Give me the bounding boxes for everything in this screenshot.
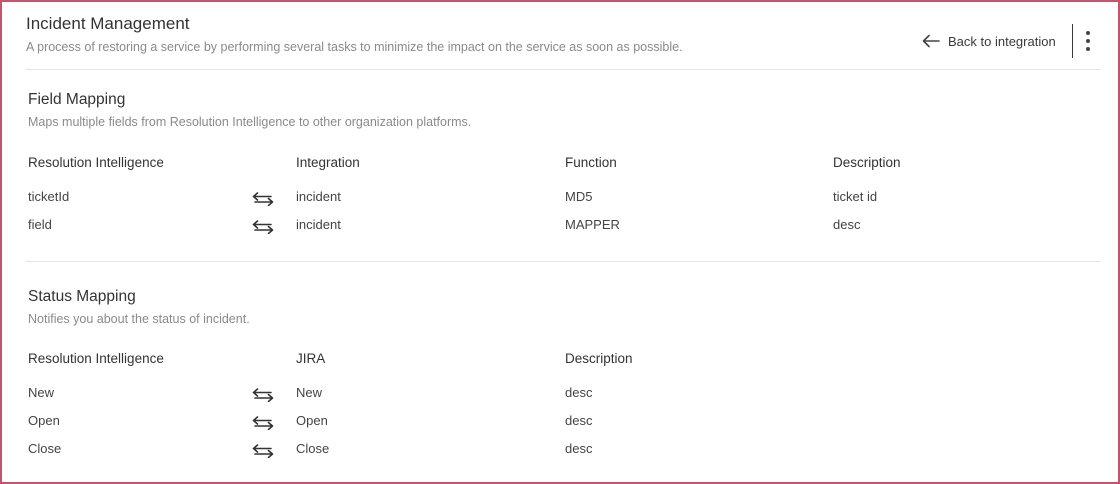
status-jira-cell: Open: [296, 413, 328, 428]
back-to-integration-button[interactable]: Back to integration: [922, 28, 1056, 54]
status-mapping-title: Status Mapping: [28, 288, 136, 305]
field-source-cell: ticketId: [28, 189, 70, 204]
status-jira-cell: Close: [296, 441, 330, 456]
field-function-cell: MD5: [565, 189, 593, 204]
status-description-cell: desc: [565, 413, 593, 428]
header-separator: [1072, 24, 1073, 58]
field-description-cell: desc: [833, 217, 861, 232]
status-source-cell: New: [28, 385, 55, 400]
bidirectional-arrow-icon: [252, 416, 274, 430]
status-mapping-description: Notifies you about the status of inciden…: [28, 312, 250, 326]
status-mapping-col-source: Resolution Intelligence: [28, 351, 164, 366]
status-description-cell: desc: [565, 441, 593, 456]
status-mapping-col-description: Description: [565, 351, 633, 366]
bidirectional-arrow-icon: [252, 388, 274, 402]
status-mapping-col-jira: JIRA: [296, 351, 326, 366]
page-title: Incident Management: [26, 14, 190, 33]
bidirectional-arrow-icon: [252, 444, 274, 458]
more-vertical-icon[interactable]: [1080, 28, 1096, 54]
field-function-cell: MAPPER: [565, 217, 620, 232]
field-mapping-col-source: Resolution Intelligence: [28, 155, 164, 170]
field-mapping-title: Field Mapping: [28, 91, 126, 108]
field-integration-cell: incident: [296, 217, 341, 232]
field-mapping-col-function: Function: [565, 155, 617, 170]
arrow-left-icon: [922, 34, 940, 48]
page-subtitle: A process of restoring a service by perf…: [26, 40, 683, 54]
field-description-cell: ticket id: [833, 189, 878, 204]
back-to-integration-label: Back to integration: [948, 33, 1056, 49]
field-source-cell: field: [28, 217, 52, 232]
field-mapping-description: Maps multiple fields from Resolution Int…: [28, 115, 472, 129]
section-divider: [26, 261, 1100, 262]
status-jira-cell: New: [296, 385, 323, 400]
status-source-cell: Close: [28, 441, 62, 456]
status-description-cell: desc: [565, 385, 593, 400]
panel-header: Incident Management A process of restori…: [26, 14, 1100, 70]
status-source-cell: Open: [28, 413, 60, 428]
bidirectional-arrow-icon: [252, 220, 274, 234]
bidirectional-arrow-icon: [252, 192, 274, 206]
field-mapping-col-description: Description: [833, 155, 901, 170]
field-integration-cell: incident: [296, 189, 341, 204]
field-mapping-col-integration: Integration: [296, 155, 360, 170]
incident-management-panel: Incident Management A process of restori…: [0, 0, 1120, 484]
